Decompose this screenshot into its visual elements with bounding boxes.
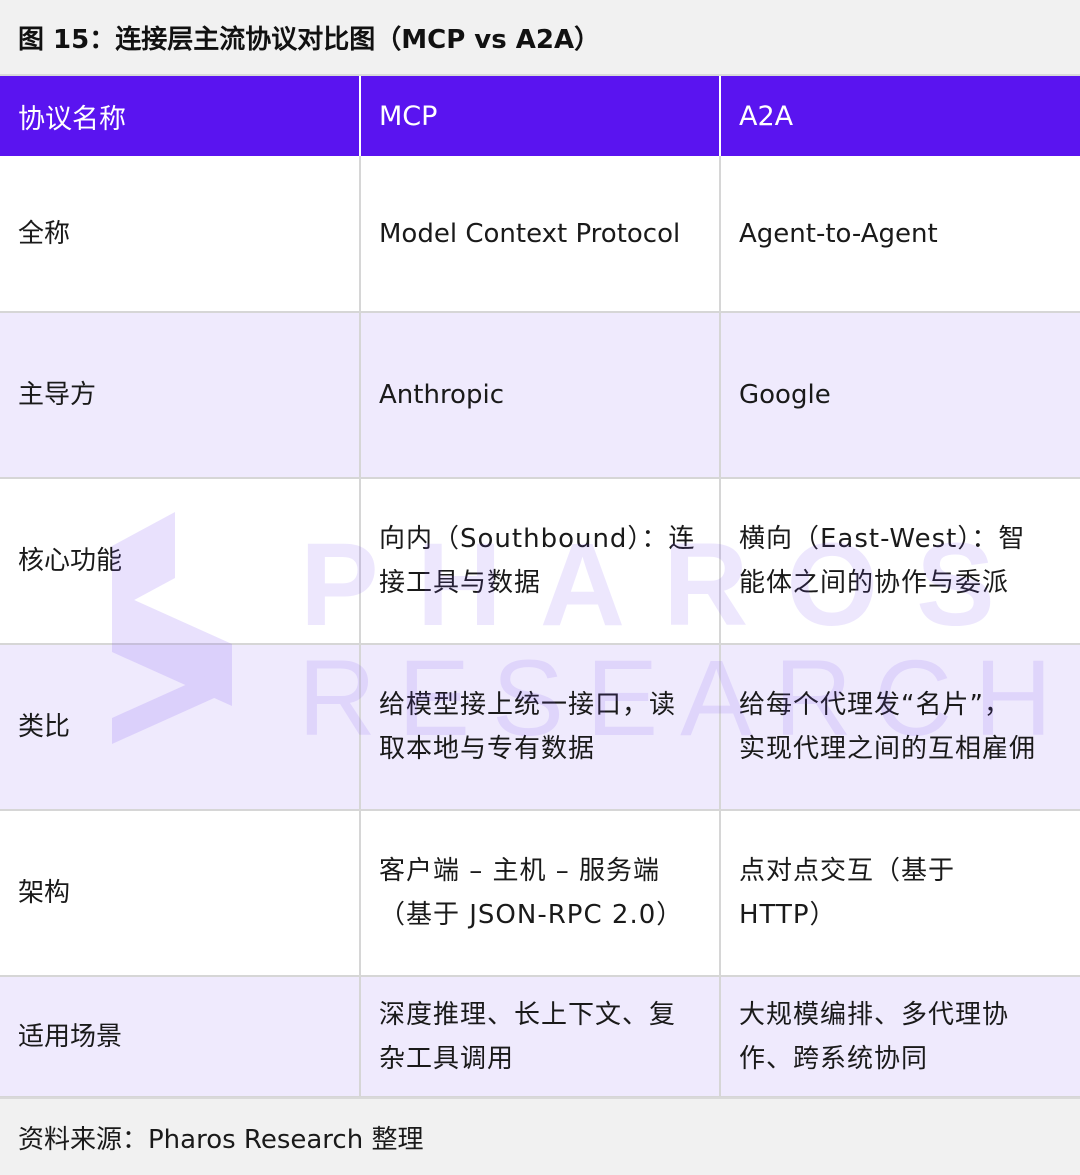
mcp-line-2: 接工具与数据 <box>379 568 542 598</box>
mcp-line-2: 杂工具调用 <box>379 1043 515 1074</box>
header-a2a: A2A <box>720 76 1080 156</box>
a2a-line-1: 点对点交互（基于 <box>739 856 956 886</box>
header-mcp: MCP <box>360 76 721 156</box>
header-protocol-name: 协议名称 <box>0 76 361 156</box>
a2a-line-1: 给每个代理发“名片”， <box>739 690 1011 720</box>
table-header-row: 协议名称 MCP A2A <box>0 76 1080 156</box>
a2a-line-1: 大规模编排、多代理协 <box>739 999 1010 1030</box>
row-label: 类比 <box>0 644 361 811</box>
figure-title: 图 15：连接层主流协议对比图（MCP vs A2A） <box>0 0 1080 76</box>
a2a-cell: 点对点交互（基于 HTTP） <box>720 810 1080 977</box>
table-row-analogy: 类比 给模型接上统一接口，读 取本地与专有数据 给每个代理发“名片”， 实现代理… <box>0 644 1080 811</box>
row-label: 架构 <box>0 810 361 977</box>
a2a-cell: 大规模编排、多代理协 作、跨系统协同 <box>720 976 1080 1098</box>
mcp-cell: 向内（Southbound）：连 接工具与数据 <box>360 478 721 645</box>
a2a-cell: 给每个代理发“名片”， 实现代理之间的互相雇佣 <box>720 644 1080 811</box>
mcp-line-1: 深度推理、长上下文、复 <box>379 999 677 1030</box>
mcp-line-2: （基于 JSON-RPC 2.0） <box>379 900 684 930</box>
comparison-table: 协议名称 MCP A2A 全称 Model Context Protocol A… <box>0 76 1080 1098</box>
row-label: 核心功能 <box>0 478 361 645</box>
row-label: 全称 <box>0 156 361 313</box>
mcp-cell: 给模型接上统一接口，读 取本地与专有数据 <box>360 644 721 811</box>
a2a-cell: Agent-to-Agent <box>720 156 1080 313</box>
row-label: 主导方 <box>0 312 361 479</box>
mcp-line-2: 取本地与专有数据 <box>379 734 596 764</box>
row-label: 适用场景 <box>0 976 361 1098</box>
a2a-cell: Google <box>720 312 1080 479</box>
a2a-line-1: 横向（East-West）：智 <box>739 524 1026 554</box>
a2a-line-2: 实现代理之间的互相雇佣 <box>739 734 1037 764</box>
a2a-line-2: HTTP） <box>739 900 837 930</box>
mcp-cell: 客户端 – 主机 – 服务端 （基于 JSON-RPC 2.0） <box>360 810 721 977</box>
mcp-line-1: 给模型接上统一接口，读 <box>379 690 677 720</box>
table-row-use-cases: 适用场景 深度推理、长上下文、复 杂工具调用 大规模编排、多代理协 作、跨系统协… <box>0 976 1080 1098</box>
a2a-cell: 横向（East-West）：智 能体之间的协作与委派 <box>720 478 1080 645</box>
mcp-line-1: 客户端 – 主机 – 服务端 <box>379 856 661 886</box>
table-row-architecture: 架构 客户端 – 主机 – 服务端 （基于 JSON-RPC 2.0） 点对点交… <box>0 810 1080 977</box>
table-row-full-name: 全称 Model Context Protocol Agent-to-Agent <box>0 156 1080 313</box>
mcp-cell: 深度推理、长上下文、复 杂工具调用 <box>360 976 721 1098</box>
a2a-line-2: 作、跨系统协同 <box>739 1043 929 1074</box>
source-note: 资料来源：Pharos Research 整理 <box>0 1097 1080 1175</box>
mcp-line-1: 向内（Southbound）：连 <box>379 524 696 554</box>
mcp-cell: Anthropic <box>360 312 721 479</box>
mcp-cell: Model Context Protocol <box>360 156 721 313</box>
a2a-line-2: 能体之间的协作与委派 <box>739 568 1010 598</box>
table-row-core-function: 核心功能 向内（Southbound）：连 接工具与数据 横向（East-Wes… <box>0 478 1080 645</box>
table-row-lead: 主导方 Anthropic Google <box>0 312 1080 479</box>
